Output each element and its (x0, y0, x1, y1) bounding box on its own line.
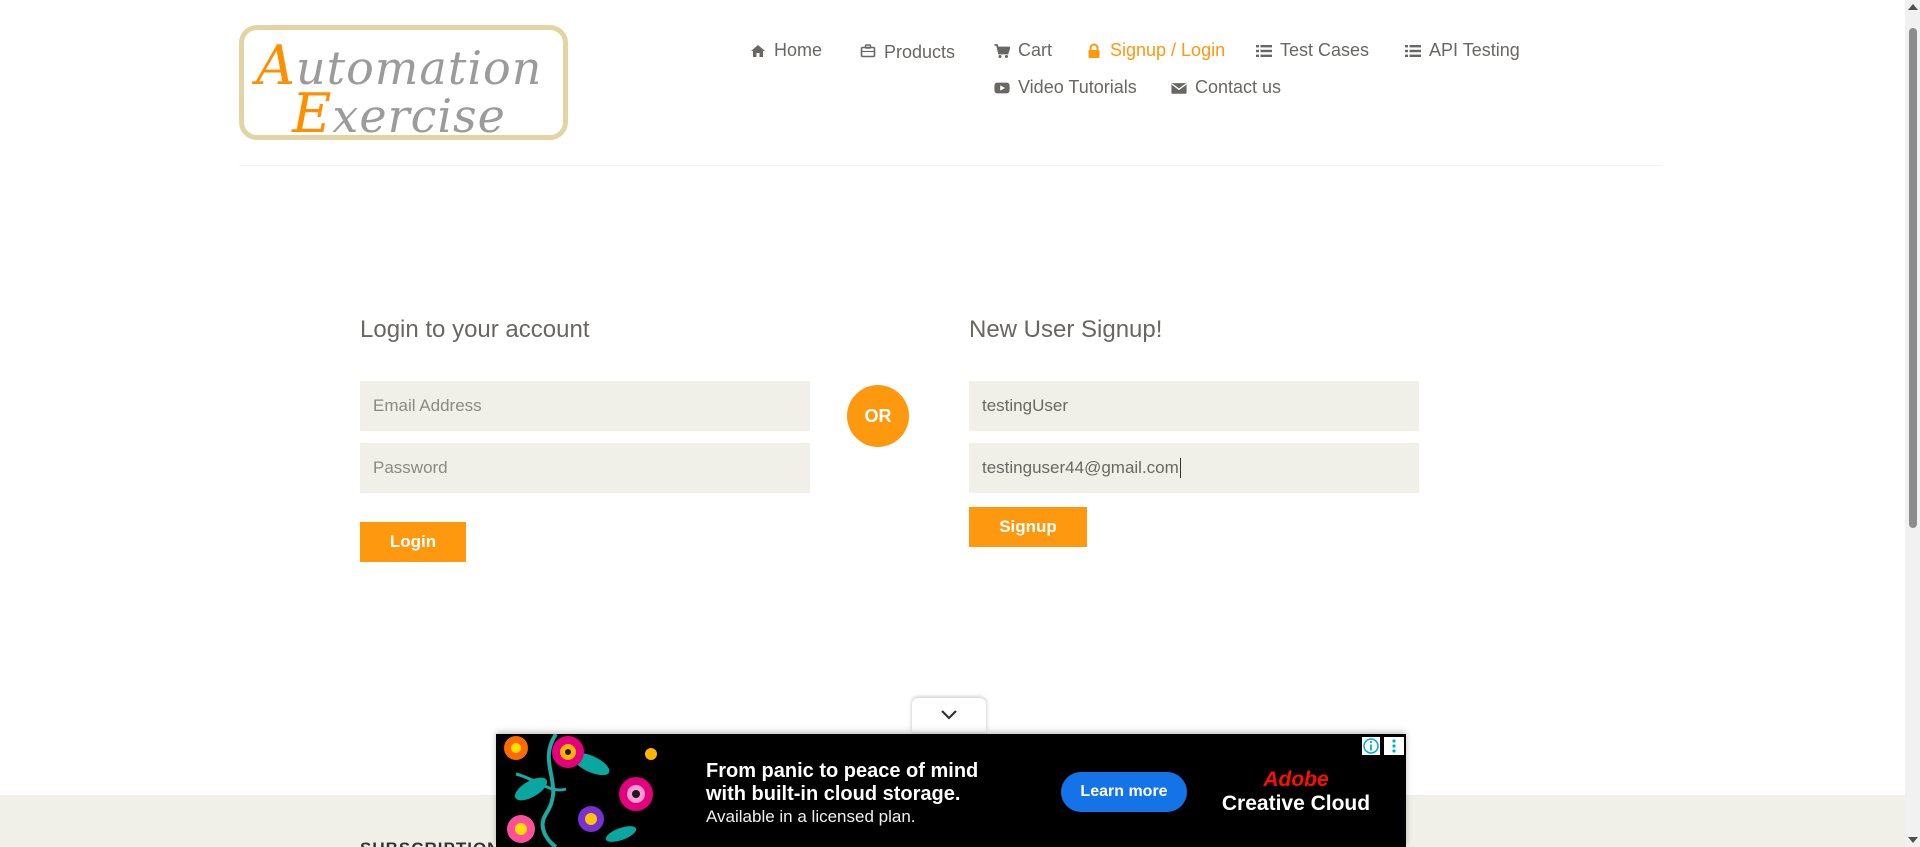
nav-products-label: Products (884, 42, 956, 62)
nav-contact-us[interactable]: Contact us (1171, 77, 1281, 98)
ad-options-icon[interactable] (1384, 737, 1404, 755)
login-password-input[interactable]: Password (360, 443, 810, 493)
chevron-down-icon (941, 710, 957, 720)
login-email-placeholder: Email Address (373, 396, 482, 415)
scroll-thumb[interactable] (1909, 28, 1917, 528)
signup-name-value: testingUser (982, 396, 1068, 415)
ad-brand-adobe: Adobe (1263, 768, 1329, 791)
login-button[interactable]: Login (360, 522, 466, 562)
logo-cap-a: A (256, 34, 296, 97)
ad-brand-creative-cloud: Creative Cloud (1221, 792, 1371, 815)
ad-info-icon[interactable] (1362, 737, 1380, 755)
floral-art-icon (496, 734, 666, 847)
logo-line-2: Exercise (292, 82, 506, 145)
lock-icon (1088, 43, 1100, 58)
or-divider: OR (847, 385, 909, 447)
ad-learn-more-button[interactable]: Learn more (1061, 772, 1187, 812)
signup-email-input[interactable]: testinguser44@gmail.com (969, 443, 1419, 493)
page-scrollbar[interactable] (1905, 0, 1920, 847)
ad-headline-1: From panic to peace of mind (706, 760, 979, 782)
nav-api-testing-label: API Testing (1429, 40, 1520, 60)
header-divider (239, 165, 1662, 166)
logo-text-2: xercise (332, 89, 506, 143)
nav-signup-login[interactable]: Signup / Login (1086, 40, 1225, 61)
nav-home[interactable]: Home (750, 40, 822, 61)
site-logo[interactable]: Automation Exercise (239, 25, 568, 145)
nav-cart[interactable]: Cart (994, 40, 1052, 61)
scroll-down-arrow-icon[interactable] (1908, 837, 1918, 843)
nav-video-tutorials-label: Video Tutorials (1018, 77, 1137, 97)
envelope-icon (1171, 82, 1187, 94)
signup-email-value: testinguser44@gmail.com (982, 458, 1179, 477)
nav-home-label: Home (774, 40, 823, 60)
ad-headline-2: with built-in cloud storage. (706, 783, 961, 805)
login-password-placeholder: Password (373, 458, 448, 477)
nav-video-tutorials[interactable]: Video Tutorials (994, 77, 1137, 98)
footer-subscription-title: SUBSCRIPTION (360, 839, 500, 847)
nav-contact-us-label: Contact us (1195, 77, 1282, 97)
list-icon (1256, 44, 1272, 57)
ad-copy: From panic to peace of mind with built-i… (706, 760, 978, 828)
site-header: Automation Exercise Home Products Cart S… (0, 0, 1920, 166)
list-icon (1405, 44, 1421, 57)
youtube-icon (994, 82, 1010, 93)
signup-button[interactable]: Signup (969, 507, 1087, 547)
signup-name-input[interactable]: testingUser (969, 381, 1419, 431)
ad-brand: Adobe Creative Cloud (1216, 768, 1376, 816)
login-email-input[interactable]: Email Address (360, 381, 810, 431)
nav-api-testing[interactable]: API Testing (1405, 40, 1520, 61)
scroll-up-arrow-icon[interactable] (1908, 4, 1918, 10)
ad-collapse-button[interactable] (912, 698, 986, 732)
signup-title: New User Signup! (969, 316, 1163, 343)
cart-icon (994, 43, 1010, 58)
logo-cap-e: E (292, 82, 333, 145)
nav-test-cases-label: Test Cases (1280, 40, 1370, 60)
ad-subline: Available in a licensed plan. (706, 807, 916, 826)
nav-test-cases[interactable]: Test Cases (1256, 40, 1369, 61)
home-icon (751, 44, 765, 57)
nav-cart-label: Cart (1018, 40, 1053, 60)
ad-banner[interactable]: From panic to peace of mind with built-i… (496, 734, 1406, 847)
nav-signup-login-label: Signup / Login (1110, 40, 1226, 60)
login-title: Login to your account (360, 316, 590, 343)
briefcase-icon (860, 43, 876, 57)
text-caret (1179, 458, 1181, 478)
nav-products[interactable]: Products (860, 40, 956, 62)
